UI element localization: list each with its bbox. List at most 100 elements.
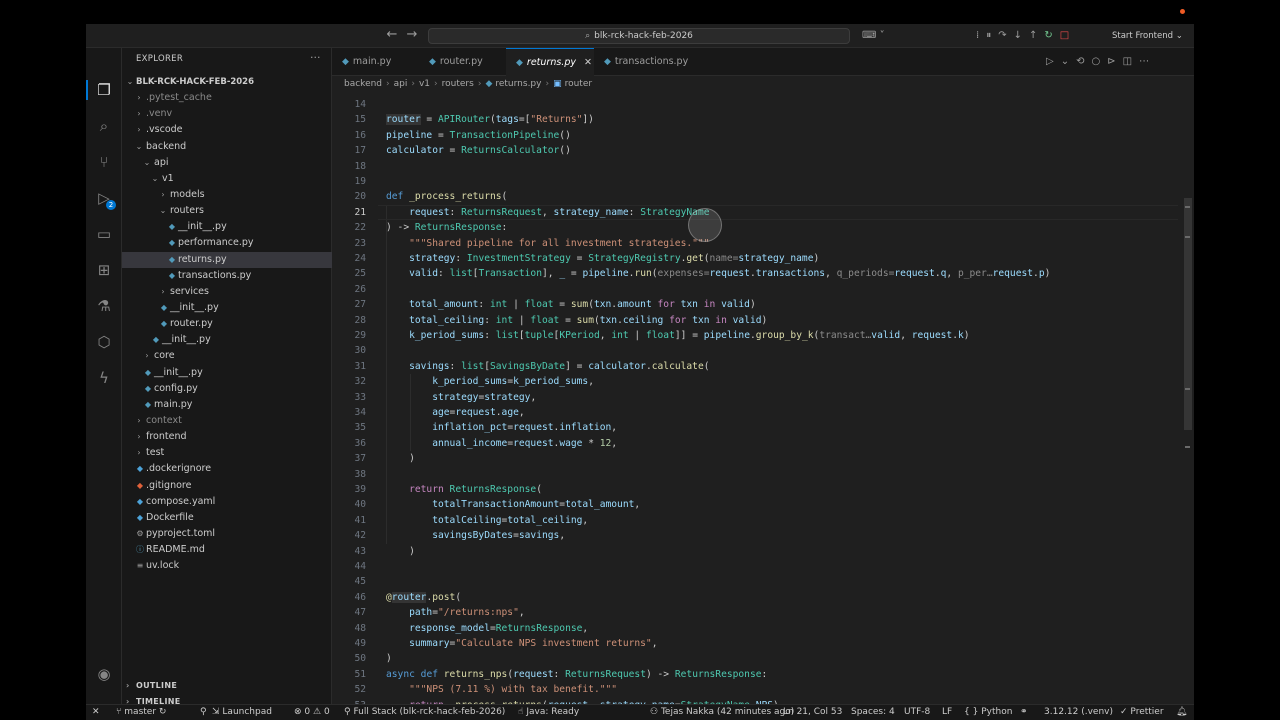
- tree-file[interactable]: ≡ uv.lock: [122, 558, 332, 574]
- tree-folder[interactable]: ⌄ api: [122, 155, 332, 171]
- panel-outline[interactable]: › OUTLINE: [122, 678, 332, 694]
- copilot-icon[interactable]: ⌨ ˅: [862, 28, 885, 44]
- command-center-search[interactable]: ⌕ blk-rck-hack-feb-2026: [428, 28, 850, 44]
- tree-file[interactable]: ◆ __init__.py: [122, 300, 332, 316]
- line-number: 33: [354, 391, 366, 403]
- tree-file[interactable]: ◆ returns.py: [122, 251, 332, 268]
- breadcrumb-item[interactable]: v1: [419, 79, 430, 89]
- account-icon[interactable]: ◉: [92, 662, 116, 686]
- stop-icon[interactable]: □: [1060, 30, 1076, 41]
- tree-file[interactable]: ◆ performance.py: [122, 235, 332, 251]
- formatter[interactable]: ✓ Prettier: [1120, 705, 1164, 720]
- drag-handle-icon[interactable]: ⁞: [976, 30, 986, 41]
- explorer-root-folder[interactable]: ⌄ BLK-RCK-HACK-FEB-2026: [122, 74, 332, 90]
- tree-file[interactable]: ◆ compose.yaml: [122, 494, 332, 510]
- tree-file[interactable]: ⚙ pyproject.toml: [122, 526, 332, 542]
- braces-icon: { }: [964, 707, 979, 717]
- tree-file[interactable]: ◆ Dockerfile: [122, 510, 332, 526]
- tab-transactions-py[interactable]: ◆ transactions.py: [594, 48, 694, 76]
- tree-folder[interactable]: › .venv: [122, 106, 332, 122]
- breadcrumb-item[interactable]: api: [394, 79, 408, 89]
- launchpad-item[interactable]: ⇲ Launchpad: [212, 705, 272, 720]
- close-icon[interactable]: ✕: [584, 57, 592, 68]
- java-status[interactable]: ☝ Java: Ready: [518, 705, 579, 720]
- problems-indicator[interactable]: ⊗ 0 ⚠ 0: [294, 705, 330, 720]
- back-arrow-icon[interactable]: ←: [384, 27, 400, 43]
- files-icon[interactable]: ❐: [86, 78, 116, 102]
- circle-icon[interactable]: ○: [1091, 56, 1107, 67]
- forward-arrow-icon[interactable]: →: [404, 27, 420, 43]
- code-line: 52 """NPS (7.11 %) with tax benefit.""": [332, 682, 1172, 697]
- run-dropdown-icon[interactable]: ⌄: [1061, 56, 1076, 67]
- tab-main-py[interactable]: ◆ main.py: [332, 48, 418, 76]
- step-into-icon[interactable]: ↓: [1014, 30, 1029, 41]
- tree-folder[interactable]: › core: [122, 348, 332, 364]
- indentation[interactable]: Spaces: 4: [851, 705, 895, 720]
- line-ending[interactable]: LF: [942, 705, 952, 720]
- code-text: ): [386, 545, 415, 557]
- tree-file[interactable]: ◆ .gitignore: [122, 478, 332, 494]
- containers-icon[interactable]: ⬡: [92, 330, 116, 354]
- lightning-icon[interactable]: ϟ: [92, 366, 116, 390]
- source-control-icon[interactable]: ⑂: [92, 150, 116, 174]
- tree-file[interactable]: ◆ __init__.py: [122, 219, 332, 235]
- python-interpreter[interactable]: 3.12.12 (.venv): [1044, 705, 1113, 720]
- code-editor[interactable]: 14 15 router = APIRouter(tags=["Returns"])…: [332, 92, 1194, 711]
- tab-returns-py[interactable]: ◆ returns.py ✕: [506, 48, 594, 76]
- tree-file[interactable]: ◆ transactions.py: [122, 268, 332, 284]
- breadcrumb-item[interactable]: returns.py: [495, 79, 541, 89]
- tree-file[interactable]: ◆ router.py: [122, 316, 332, 332]
- more-icon[interactable]: ⋯: [1139, 56, 1156, 67]
- encoding[interactable]: UTF-8: [904, 705, 930, 720]
- debug-target[interactable]: ⚲ Full Stack (blk-rck-hack-feb-2026): [344, 705, 505, 720]
- editor-scrollbar-thumb[interactable]: [1184, 198, 1192, 430]
- tree-file[interactable]: ◆ __init__.py: [122, 365, 332, 381]
- forward-circle-icon[interactable]: ⊳: [1107, 56, 1122, 67]
- tree-file[interactable]: ◆ config.py: [122, 381, 332, 397]
- extensions-icon[interactable]: ⊞: [92, 258, 116, 282]
- breadcrumb-item[interactable]: routers: [442, 79, 474, 89]
- scrollbar-marker: [1185, 446, 1190, 448]
- tree-folder[interactable]: ⌄ v1: [122, 171, 332, 187]
- tree-folder[interactable]: ⌄ routers: [122, 203, 332, 219]
- code-text: pipeline = TransactionPipeline(): [386, 129, 571, 141]
- remote-explorer-icon[interactable]: ▭: [92, 222, 116, 246]
- language-mode[interactable]: { } Python: [964, 705, 1012, 720]
- breadcrumb-item[interactable]: backend: [344, 79, 382, 89]
- chevron-right-icon: ›: [161, 189, 165, 199]
- remote-indicator[interactable]: ✕: [92, 705, 100, 720]
- branch-indicator[interactable]: ⑂ master ↻: [116, 705, 166, 720]
- step-over-icon[interactable]: ↷: [998, 30, 1013, 41]
- tree-file[interactable]: ◆ main.py: [122, 397, 332, 413]
- tree-folder[interactable]: › .pytest_cache: [122, 90, 332, 106]
- run-debug-icon[interactable]: ▷ 2: [92, 186, 116, 210]
- tree-file[interactable]: ◆ __init__.py: [122, 332, 332, 348]
- tree-file[interactable]: ⓘ README.md: [122, 542, 332, 558]
- notifications-icon[interactable]: 🔔︎: [1176, 705, 1187, 720]
- code-line: 15 router = APIRouter(tags=["Returns"]): [332, 112, 1172, 127]
- copilot-status-icon[interactable]: ⚭: [1020, 705, 1028, 720]
- git-blame[interactable]: ⚇ Tejas Nakka (42 minutes ago): [650, 705, 794, 720]
- pause-icon[interactable]: ⏸: [986, 30, 998, 41]
- restart-icon[interactable]: ↻: [1044, 30, 1059, 41]
- more-actions-icon[interactable]: ···: [310, 51, 321, 64]
- run-icon[interactable]: ▷: [1046, 56, 1061, 67]
- tab-router-py[interactable]: ◆ router.py: [419, 48, 505, 76]
- tree-folder[interactable]: › test: [122, 445, 332, 461]
- tree-file[interactable]: ◆ .dockerignore: [122, 461, 332, 477]
- search-icon[interactable]: ⌕: [92, 114, 116, 138]
- cursor-position[interactable]: Ln 21, Col 53: [783, 705, 842, 720]
- tree-folder[interactable]: › context: [122, 413, 332, 429]
- testing-icon[interactable]: ⚗: [92, 294, 116, 318]
- split-editor-icon[interactable]: ◫: [1123, 56, 1139, 67]
- breadcrumb-item[interactable]: router: [565, 79, 592, 89]
- git-graph-icon[interactable]: ⚲: [200, 705, 207, 720]
- run-config-select[interactable]: Start Frontend ⌄: [1112, 28, 1190, 44]
- tree-folder[interactable]: › services: [122, 284, 332, 300]
- tree-folder[interactable]: › models: [122, 187, 332, 203]
- history-icon[interactable]: ⟲: [1076, 56, 1091, 67]
- tree-folder[interactable]: › .vscode: [122, 122, 332, 138]
- step-out-icon[interactable]: ↑: [1029, 30, 1044, 41]
- tree-folder[interactable]: ⌄ backend: [122, 139, 332, 155]
- tree-folder[interactable]: › frontend: [122, 429, 332, 445]
